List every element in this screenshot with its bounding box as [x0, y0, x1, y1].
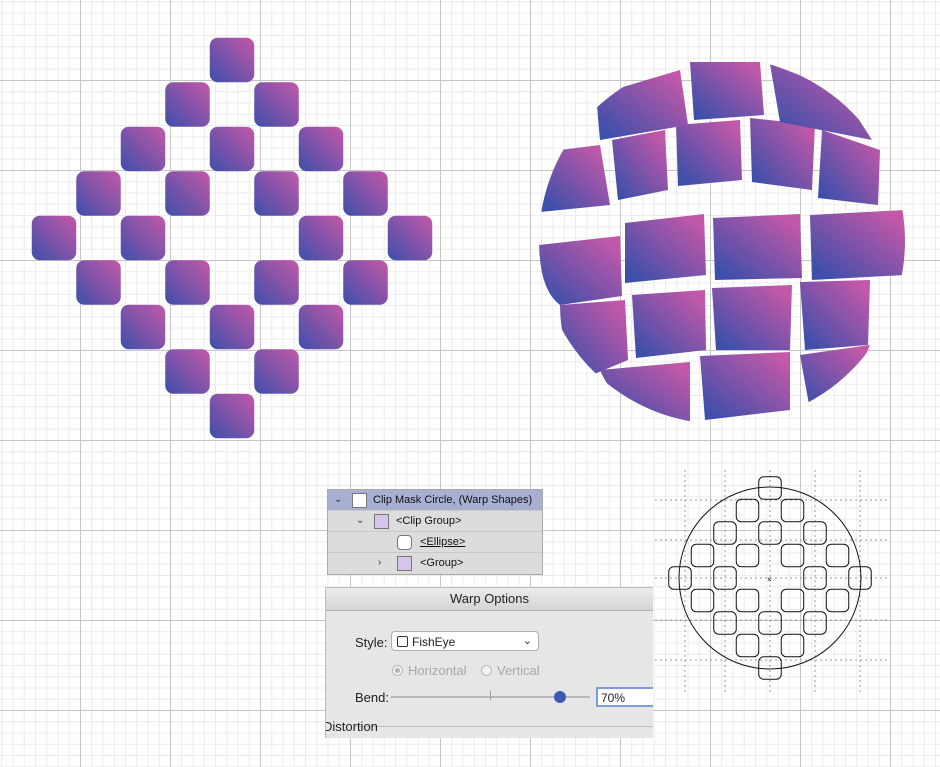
clip-group-thumbnail-icon — [374, 514, 389, 529]
layers-panel: ⌄ Clip Mask Circle, (Warp Shapes) ⌄ <Cli… — [327, 489, 543, 575]
warp-options-dialog: Warp Options Style: FishEye ⌄ Horizontal… — [325, 587, 653, 738]
style-label: Style: — [355, 635, 388, 650]
expand-chevron-icon[interactable]: › — [378, 557, 381, 568]
ellipse-thumbnail-icon — [397, 535, 412, 550]
outline-tile — [735, 633, 760, 658]
outline-tile — [735, 498, 760, 523]
radio-vertical[interactable] — [481, 665, 492, 676]
layer-name: Clip Mask Circle, (Warp Shapes) — [373, 494, 533, 506]
layer-name: <Ellipse> — [420, 536, 466, 548]
bend-slider-center-tick — [490, 691, 491, 700]
layer-row-clip-mask-circle[interactable]: ⌄ Clip Mask Circle, (Warp Shapes) — [328, 490, 542, 511]
bend-label: Bend: — [355, 690, 389, 705]
layer-row-ellipse[interactable]: <Ellipse> — [328, 532, 542, 553]
layer-row-clip-group[interactable]: ⌄ <Clip Group> — [328, 511, 542, 532]
horizontal-option-label: Horizontal — [408, 663, 467, 678]
outline-tile — [825, 543, 850, 568]
layer-name: <Clip Group> — [396, 515, 462, 527]
collapse-chevron-icon[interactable]: ⌄ — [356, 515, 364, 526]
outline-tile — [780, 498, 805, 523]
bend-value-input[interactable]: 70% — [596, 687, 653, 707]
style-select[interactable]: FishEye ⌄ — [391, 631, 539, 651]
section-divider — [354, 726, 653, 727]
outline-tile — [690, 588, 715, 613]
fisheye-style-icon — [397, 636, 408, 647]
outline-tile — [735, 588, 760, 613]
outline-tile — [780, 588, 805, 613]
outline-tile — [825, 588, 850, 613]
collapse-chevron-icon[interactable]: ⌄ — [334, 494, 342, 505]
layer-row-group[interactable]: › <Group> — [328, 553, 542, 574]
style-value: FishEye — [412, 635, 456, 649]
chevron-down-icon: ⌄ — [522, 635, 532, 647]
warp-outline-preview: × — [655, 470, 890, 692]
layer-thumbnail-icon — [352, 493, 367, 508]
radio-horizontal[interactable] — [392, 665, 403, 676]
outline-tile — [690, 543, 715, 568]
outline-tile — [780, 543, 805, 568]
vertical-option-label: Vertical — [497, 663, 540, 678]
outline-tile — [735, 543, 760, 568]
distortion-section-label: Distortion — [325, 719, 378, 734]
layer-name: <Group> — [420, 557, 464, 569]
dialog-title: Warp Options — [326, 588, 653, 611]
center-marker-icon: × — [767, 575, 772, 584]
outline-tile — [780, 633, 805, 658]
group-thumbnail-icon — [397, 556, 412, 571]
bend-slider-thumb[interactable] — [554, 691, 567, 703]
